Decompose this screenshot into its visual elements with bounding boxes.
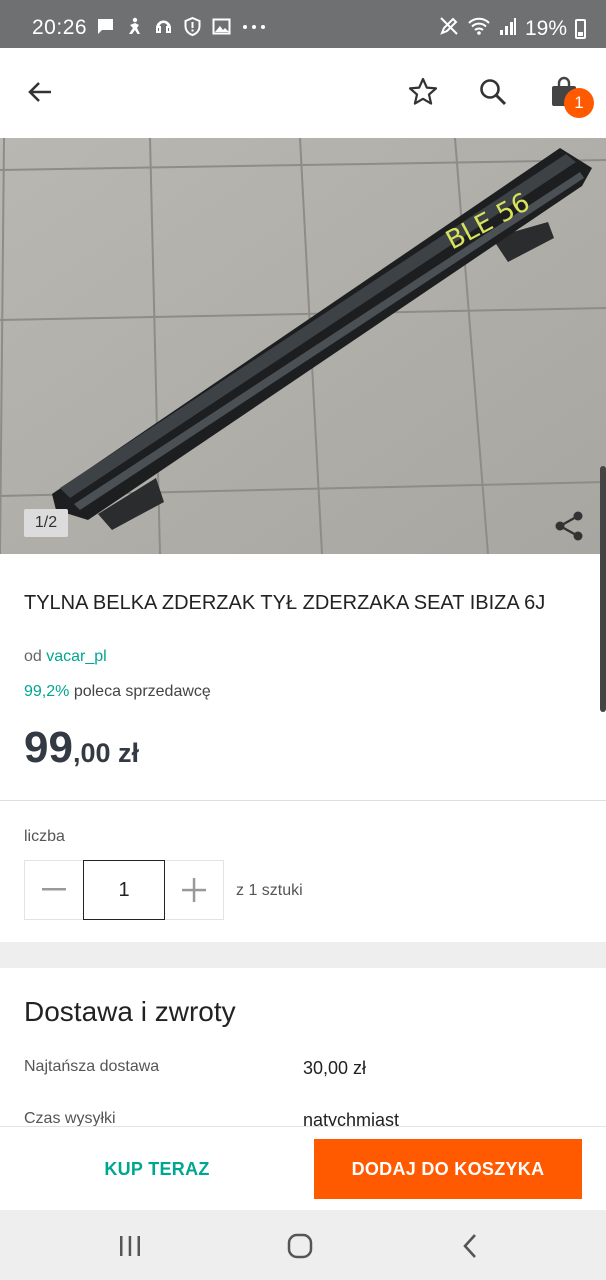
app-bar — [0, 48, 606, 138]
cart-badge[interactable]: 1 — [564, 88, 594, 118]
price-rest: ,00 zł — [72, 738, 139, 768]
recent-apps-icon[interactable] — [110, 1230, 150, 1262]
status-left-icons — [96, 16, 267, 37]
arrow-left-icon[interactable] — [18, 70, 62, 114]
system-nav-bar — [0, 1210, 606, 1280]
image-counter: 1/2 — [24, 509, 68, 537]
seller-link[interactable]: vacar_pl — [46, 648, 106, 665]
delivery-row-label: Najtańsza dostawa — [24, 1058, 160, 1075]
add-to-cart-button[interactable]: DODAJ DO KOSZYKA — [314, 1139, 582, 1199]
divider — [0, 800, 606, 801]
product-title: TYLNA BELKA ZDERZAK TYŁ ZDERZAKA SEAT IB… — [24, 592, 546, 614]
battery-text: 19% — [524, 17, 567, 40]
rating-text: poleca sprzedawcę — [73, 683, 211, 700]
seller-line: od vacar_pl — [24, 648, 107, 666]
product-price: 99,00 zł — [24, 723, 139, 773]
message-icon — [96, 17, 115, 36]
quantity-label: liczba — [24, 828, 65, 845]
quantity-input[interactable] — [83, 860, 165, 920]
product-image[interactable]: BLE 56 — [0, 138, 606, 554]
quantity-note: z 1 sztuki — [236, 882, 303, 899]
share-icon[interactable] — [552, 508, 588, 544]
increment-button[interactable] — [165, 861, 223, 919]
scroll-indicator[interactable] — [600, 466, 606, 712]
quantity-stepper — [24, 860, 224, 920]
back-nav-icon[interactable] — [450, 1230, 490, 1262]
wifi-icon — [467, 16, 491, 42]
bottom-action-bar: KUP TERAZ DODAJ DO KOSZYKA — [0, 1126, 606, 1210]
section-gap — [0, 942, 606, 968]
search-icon[interactable] — [471, 70, 515, 114]
star-outline-icon[interactable] — [401, 70, 445, 114]
pen-off-icon — [439, 16, 459, 42]
status-time: 20:26 — [32, 16, 88, 39]
image-icon — [212, 17, 231, 36]
battery-icon — [575, 19, 586, 39]
delivery-title: Dostawa i zwroty — [24, 996, 236, 1027]
seller-prefix: od — [24, 648, 42, 665]
home-icon[interactable] — [280, 1230, 320, 1262]
status-right: 19% — [439, 16, 586, 42]
status-bar: 20:26 19% — [0, 0, 606, 48]
delivery-row-value: 30,00 zł — [303, 1058, 367, 1078]
accessibility-icon — [125, 17, 144, 36]
buy-now-button[interactable]: KUP TERAZ — [24, 1139, 290, 1199]
signal-icon — [499, 16, 517, 42]
seller-rating: 99,2% poleca sprzedawcę — [24, 683, 211, 701]
more-dots-icon — [241, 17, 267, 36]
price-main: 99 — [24, 723, 73, 772]
decrement-button[interactable] — [25, 861, 83, 919]
headset-icon — [154, 17, 173, 36]
rating-percent[interactable]: 99,2% — [24, 683, 69, 700]
shield-icon — [183, 16, 202, 37]
